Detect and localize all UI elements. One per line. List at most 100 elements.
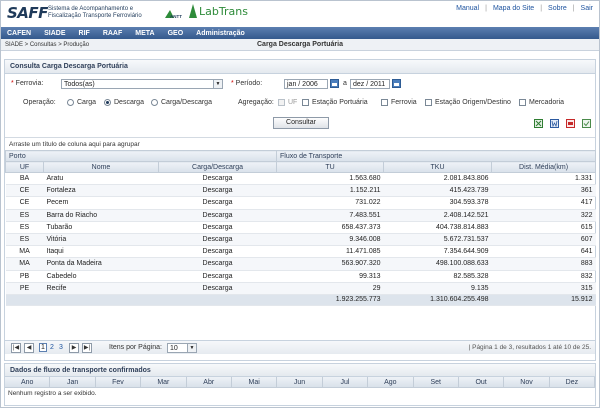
column-header-mai[interactable]: Mai <box>232 377 278 387</box>
menu-administracao[interactable]: Administração <box>196 30 245 37</box>
table-row[interactable]: CE Pecem Descarga 731.022 304.593.378 417 <box>5 196 596 210</box>
cell-nome: Pecem <box>43 196 159 210</box>
column-header-dist-media[interactable]: Dist. Média(km) <box>491 161 597 173</box>
query-form: * Ferrovia: Todos(as) ▼ * Período: jan /… <box>5 74 595 136</box>
checkbox-estacao-portuaria[interactable] <box>302 99 309 106</box>
table-row[interactable]: ES Vitória Descarga 9.346.008 5.672.731.537 6… <box>5 233 596 247</box>
group-header-porto[interactable]: Porto <box>4 150 278 162</box>
next-page-button[interactable]: ▶ <box>69 343 79 353</box>
logo-subtitle: Sistema de Acompanhamento e Fiscalização… <box>48 6 142 19</box>
column-header-carga-descarga[interactable]: Carga/Descarga <box>157 161 278 173</box>
column-header-dez[interactable]: Dez <box>550 377 596 387</box>
table-row[interactable]: PB Cabedelo Descarga 99.313 82.585.328 832 <box>5 270 596 283</box>
periodo-end-input[interactable]: dez / 2011 <box>350 79 390 89</box>
page-1-link[interactable]: 1 <box>39 343 47 352</box>
cell-dist: 315 <box>491 282 596 295</box>
agregacao-label: Agregação: <box>238 99 274 106</box>
menu-geo[interactable]: GEO <box>168 30 184 37</box>
word-export-icon[interactable] <box>550 119 559 128</box>
table-row[interactable]: MA Itaqui Descarga 11.471.085 7.354.644.909 6… <box>5 245 596 259</box>
page-2-link[interactable]: 2 <box>50 344 54 351</box>
table-row[interactable]: PE Recife Descarga 29 9.135 315 <box>5 282 596 295</box>
manual-link[interactable]: Manual <box>456 5 479 12</box>
cell-nome: Aratu <box>43 172 159 186</box>
breadcrumb[interactable]: SIADE > Consultas > Produção <box>5 42 89 48</box>
prev-page-button[interactable]: ◀ <box>24 343 34 353</box>
chevron-down-icon[interactable]: ▼ <box>187 344 196 352</box>
page-3-link[interactable]: 3 <box>59 344 63 351</box>
menu-raaf[interactable]: RAAF <box>103 30 122 37</box>
column-header-uf[interactable]: UF <box>5 161 44 173</box>
column-header-mar[interactable]: Mar <box>141 377 187 387</box>
group-drop-area[interactable]: Arraste um título de coluna aqui para ag… <box>5 137 595 149</box>
csv-export-icon[interactable] <box>582 119 591 128</box>
table-row[interactable]: BA Aratu Descarga 1.563.680 2.081.843.806 1.3… <box>5 172 596 186</box>
checkbox-estacao-origem-destino-label: Estação Origem/Destino <box>435 99 511 106</box>
column-header-set[interactable]: Set <box>414 377 459 387</box>
column-header-jun[interactable]: Jun <box>277 377 323 387</box>
sitemap-link[interactable]: Mapa do Site <box>493 5 534 12</box>
column-header-nov[interactable]: Nov <box>504 377 550 387</box>
cell-dist: 607 <box>491 233 596 247</box>
cell-uf: CE <box>5 196 44 210</box>
group-header-fluxo[interactable]: Fluxo de Transporte <box>276 150 597 162</box>
about-link[interactable]: Sobre <box>548 5 567 12</box>
calendar-icon[interactable] <box>330 79 339 88</box>
column-header-jul[interactable]: Jul <box>323 377 369 387</box>
column-header-tu[interactable]: TU <box>276 161 385 173</box>
cell-tku: 415.423.739 <box>383 184 492 198</box>
cell-tku: 498.100.088.633 <box>383 257 492 271</box>
ferrovia-value: Todos(as) <box>64 81 95 88</box>
consultar-button[interactable]: Consultar <box>273 117 329 129</box>
link-separator: | <box>485 5 487 12</box>
pdf-export-icon[interactable] <box>566 119 575 128</box>
cell-tku: 304.593.378 <box>383 196 492 210</box>
periodo-separator: a <box>343 80 347 87</box>
periodo-start-input[interactable]: jan / 2006 <box>284 79 328 89</box>
column-header-ago[interactable]: Ago <box>368 377 414 387</box>
per-page-select[interactable]: 10 ▼ <box>167 343 197 353</box>
radio-carga[interactable] <box>67 99 74 106</box>
column-header-abr[interactable]: Abr <box>187 377 232 387</box>
table-row[interactable]: CE Fortaleza Descarga 1.152.211 415.423.739 3… <box>5 184 596 198</box>
radio-carga-descarga[interactable] <box>151 99 158 106</box>
checkbox-estacao-origem-destino[interactable] <box>425 99 432 106</box>
last-page-button[interactable]: ▶| <box>82 343 92 353</box>
per-page-value: 10 <box>170 345 178 352</box>
menu-meta[interactable]: META <box>135 30 154 37</box>
first-page-button[interactable]: |◀ <box>11 343 21 353</box>
cell-dist: 883 <box>491 257 596 271</box>
chevron-down-icon[interactable]: ▼ <box>213 80 222 88</box>
column-header-tku[interactable]: TKU <box>383 161 493 173</box>
saff-logo[interactable]: SAFF <box>7 4 48 22</box>
column-header-ano[interactable]: Ano <box>5 377 51 387</box>
menu-cafen[interactable]: CAFEN <box>7 30 31 37</box>
column-header-jan[interactable]: Jan <box>50 377 96 387</box>
checkbox-mercadoria[interactable] <box>519 99 526 106</box>
table-row[interactable]: ES Barra do Riacho Descarga 7.483.551 2.408.… <box>5 209 596 222</box>
checkbox-ferrovia[interactable] <box>381 99 388 106</box>
column-header-out[interactable]: Out <box>459 377 505 387</box>
cell-uf: PE <box>5 282 44 295</box>
main-menu: CAFEN SIADE RIF RAAF META GEO Administra… <box>1 27 599 39</box>
totals-row: 1.923.255.773 1.310.604.255.498 15.912 <box>5 293 596 306</box>
radio-descarga-label: Descarga <box>114 99 144 106</box>
table-row[interactable]: MA Ponta da Madeira Descarga 563.907.320 498… <box>5 257 596 271</box>
menu-rif[interactable]: RIF <box>79 30 90 37</box>
column-header-fev[interactable]: Fev <box>96 377 142 387</box>
menu-siade[interactable]: SIADE <box>44 30 65 37</box>
column-header-nome[interactable]: Nome <box>43 161 159 173</box>
top-links: Manual | Mapa do Site | Sobre | Sair <box>456 5 593 12</box>
logout-link[interactable]: Sair <box>581 5 593 12</box>
checkbox-uf-label: UF <box>288 99 298 106</box>
calendar-icon[interactable] <box>392 79 401 88</box>
radio-descarga[interactable] <box>104 99 111 106</box>
per-page-label: Itens por Página: <box>109 344 162 351</box>
excel-export-icon[interactable] <box>534 119 543 128</box>
cell-tku: 82.585.328 <box>383 270 492 283</box>
cell-operacao: Descarga <box>158 184 277 198</box>
cell-uf: ES <box>5 233 44 247</box>
checkbox-uf[interactable] <box>278 99 285 106</box>
ferrovia-select[interactable]: Todos(as) ▼ <box>61 79 223 89</box>
table-row[interactable]: ES Tubarão Descarga 658.437.373 404.738.814.… <box>5 221 596 234</box>
